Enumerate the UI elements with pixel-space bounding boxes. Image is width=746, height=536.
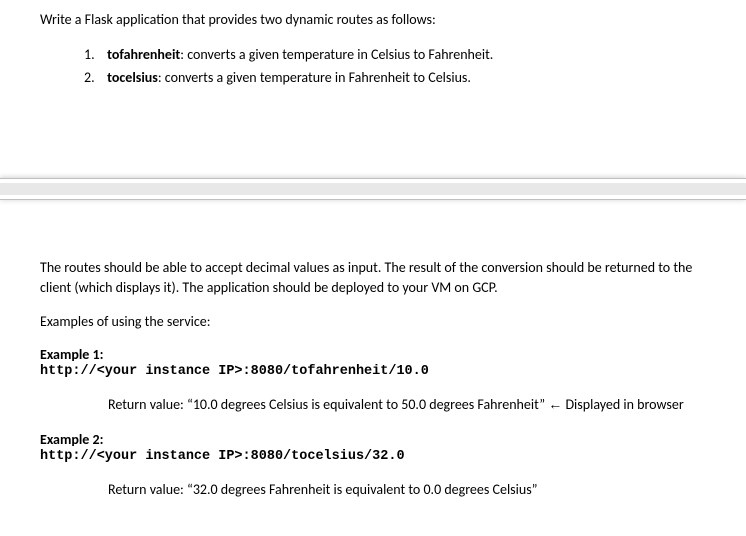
example-url: http://<your instance IP>:8080/tofahrenh… — [40, 364, 706, 379]
routes-list: 1. tofahrenheit: converts a given temper… — [40, 44, 706, 88]
example-return: Return value: “10.0 degrees Celsius is e… — [40, 395, 706, 415]
page-bottom: The routes should be able to accept deci… — [0, 248, 746, 536]
example-block-1: Example 1: http://<your instance IP>:808… — [40, 346, 706, 379]
page-break — [0, 178, 746, 200]
arrow-left-icon: ← — [548, 396, 562, 412]
example-return: Return value: “32.0 degrees Fahrenheit i… — [40, 480, 706, 500]
route-desc: : converts a given temperature in Fahren… — [158, 69, 471, 86]
example-block-2: Example 2: http://<your instance IP>:808… — [40, 431, 706, 464]
page-top: Write a Flask application that provides … — [0, 0, 746, 118]
example-url: http://<your instance IP>:8080/tocelsius… — [40, 449, 706, 464]
route-desc: : converts a given temperature in Celsiu… — [180, 46, 493, 63]
route-name: tocelsius — [107, 69, 158, 86]
return-suffix: Displayed in browser — [562, 396, 683, 413]
body-paragraph: The routes should be able to accept deci… — [40, 258, 706, 299]
list-item: 1. tofahrenheit: converts a given temper… — [84, 44, 706, 65]
list-item: 2. tocelsius: converts a given temperatu… — [84, 67, 706, 88]
route-name: tofahrenheit — [107, 46, 180, 63]
list-number: 2. — [84, 67, 104, 88]
return-text: Return value: “10.0 degrees Celsius is e… — [108, 396, 548, 413]
body-paragraph: Examples of using the service: — [40, 312, 706, 332]
intro-paragraph: Write a Flask application that provides … — [40, 10, 706, 30]
list-number: 1. — [84, 44, 104, 65]
example-label: Example 2: — [40, 431, 706, 448]
example-label: Example 1: — [40, 346, 706, 363]
